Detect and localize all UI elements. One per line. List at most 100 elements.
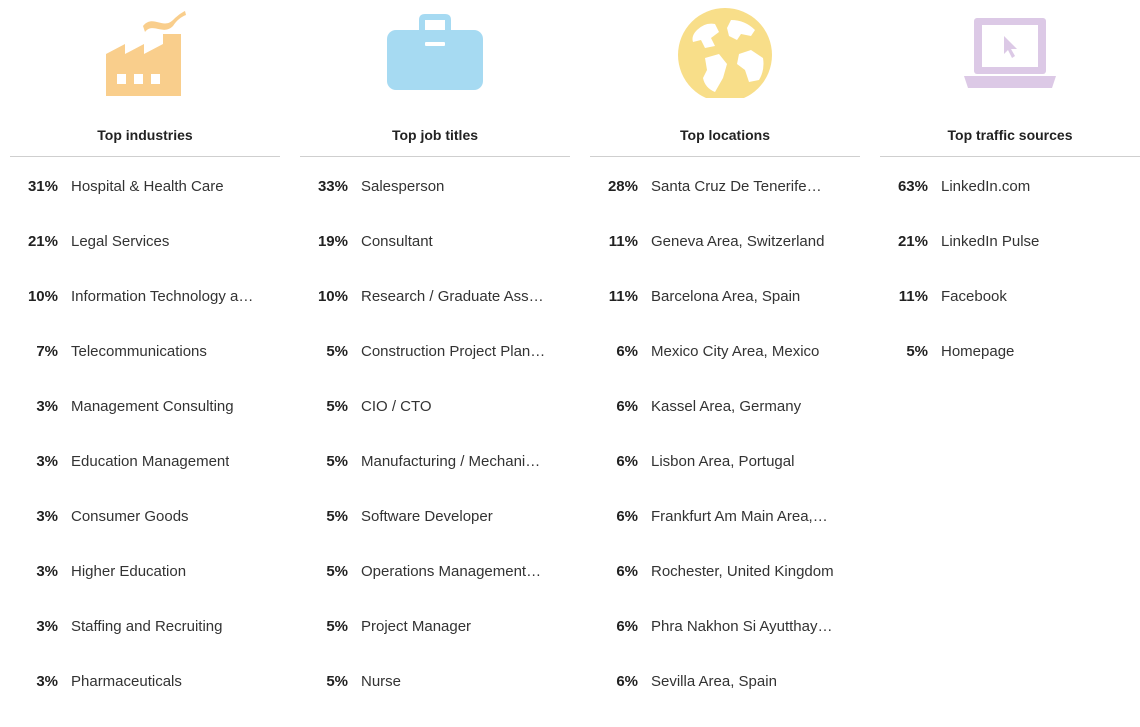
percentage: 3%	[36, 453, 58, 470]
item-label: Frankfurt Am Main Area,…	[651, 508, 828, 525]
list-item: 5% CIO / CTO	[300, 397, 570, 452]
percentage: 5%	[326, 508, 348, 525]
percentage: 31%	[27, 178, 58, 195]
item-label: CIO / CTO	[361, 398, 432, 415]
percentage: 3%	[36, 618, 58, 635]
laptop-cursor-icon	[880, 8, 1140, 104]
percentage: 7%	[36, 343, 58, 360]
divider	[590, 156, 860, 157]
list-item: 3% Staffing and Recruiting	[10, 617, 280, 672]
factory-icon	[10, 8, 280, 104]
list-item: 3% Higher Education	[10, 562, 280, 617]
percentage: 11%	[608, 233, 638, 250]
item-label: Homepage	[941, 343, 1015, 360]
list-item: 28% Santa Cruz De Tenerife…	[590, 177, 860, 232]
list-item: 3% Education Management	[10, 452, 280, 507]
percentage: 21%	[897, 233, 928, 250]
item-label: Management Consulting	[71, 398, 234, 415]
percentage: 3%	[36, 508, 58, 525]
list-item: 11% Facebook	[880, 287, 1140, 342]
percentage: 6%	[616, 343, 638, 360]
percentage: 5%	[326, 673, 348, 690]
list-item: 5% Homepage	[880, 342, 1140, 397]
briefcase-icon	[300, 8, 570, 104]
stat-list: 28% Santa Cruz De Tenerife… 11% Geneva Are…	[590, 177, 860, 727]
item-label: Research / Graduate Ass…	[361, 288, 544, 305]
item-label: Barcelona Area, Spain	[651, 288, 801, 305]
item-label: Kassel Area, Germany	[651, 398, 802, 415]
column-title: Top locations	[680, 127, 770, 143]
percentage: 11%	[608, 288, 638, 305]
item-label: Consumer Goods	[71, 508, 189, 525]
locations-column: Top locations 28% Santa Cruz De Tenerife……	[590, 0, 860, 692]
percentage: 6%	[616, 453, 638, 470]
item-label: Pharmaceuticals	[71, 673, 182, 690]
list-item: 3% Management Consulting	[10, 397, 280, 452]
list-item: 5% Project Manager	[300, 617, 570, 672]
item-label: LinkedIn.com	[941, 178, 1031, 195]
list-item: 63% LinkedIn.com	[880, 177, 1140, 232]
list-item: 5% Nurse	[300, 672, 570, 727]
column-title: Top industries	[97, 127, 193, 143]
list-item: 6% Rochester, United Kingdom	[590, 562, 860, 617]
list-item: 3% Pharmaceuticals	[10, 672, 280, 727]
percentage: 5%	[326, 453, 348, 470]
list-item: 33% Salesperson	[300, 177, 570, 232]
industries-column: Top industries 31% Hospital & Health Care…	[10, 0, 280, 692]
item-label: Education Management	[71, 453, 230, 470]
percentage: 63%	[897, 178, 928, 195]
item-label: Nurse	[361, 673, 402, 690]
divider	[300, 156, 570, 157]
item-label: Manufacturing / Mechani…	[361, 453, 541, 470]
column-title: Top traffic sources	[947, 127, 1073, 143]
item-label: Staffing and Recruiting	[71, 618, 223, 635]
item-label: Santa Cruz De Tenerife…	[651, 178, 822, 195]
item-label: Higher Education	[71, 563, 187, 580]
divider	[880, 156, 1140, 157]
item-label: Information Technology a…	[71, 288, 254, 305]
item-label: Operations Management…	[361, 563, 542, 580]
stat-list: 63% LinkedIn.com 21% LinkedIn Pulse 11% Fac…	[880, 177, 1140, 397]
percentage: 33%	[317, 178, 348, 195]
percentage: 6%	[616, 563, 638, 580]
percentage: 5%	[906, 343, 928, 360]
list-item: 5% Software Developer	[300, 507, 570, 562]
percentage: 21%	[27, 233, 58, 250]
column-title: Top job titles	[391, 127, 479, 143]
percentage: 5%	[326, 563, 348, 580]
stat-list: 31% Hospital & Health Care 21% Legal Servi…	[10, 177, 280, 727]
list-item: 19% Consultant	[300, 232, 570, 287]
item-label: Lisbon Area, Portugal	[651, 453, 795, 470]
list-item: 5% Operations Management…	[300, 562, 570, 617]
percentage: 5%	[326, 343, 348, 360]
item-label: Rochester, United Kingdom	[651, 563, 834, 580]
list-item: 6% Mexico City Area, Mexico	[590, 342, 860, 397]
list-item: 6% Lisbon Area, Portugal	[590, 452, 860, 507]
audience-stats: Top industries 31% Hospital & Health Care…	[0, 0, 1140, 692]
item-label: Phra Nakhon Si Ayutthay…	[651, 618, 833, 635]
list-item: 5% Manufacturing / Mechani…	[300, 452, 570, 507]
list-item: 31% Hospital & Health Care	[10, 177, 280, 232]
list-item: 21% Legal Services	[10, 232, 280, 287]
list-item: 5% Construction Project Plan…	[300, 342, 570, 397]
percentage: 10%	[27, 288, 58, 305]
item-label: Facebook	[941, 288, 1007, 305]
percentage: 19%	[317, 233, 348, 250]
item-label: Salesperson	[361, 178, 445, 195]
item-label: Telecommunications	[71, 343, 207, 360]
percentage: 3%	[36, 398, 58, 415]
item-label: Legal Services	[71, 233, 170, 250]
divider	[10, 156, 280, 157]
percentage: 6%	[616, 508, 638, 525]
item-label: Construction Project Plan…	[361, 343, 546, 360]
item-label: Hospital & Health Care	[71, 178, 224, 195]
stat-list: 33% Salesperson 19% Consultant 10% Research…	[300, 177, 570, 727]
list-item: 11% Geneva Area, Switzerland	[590, 232, 860, 287]
list-item: 10% Information Technology a…	[10, 287, 280, 342]
globe-icon	[590, 8, 860, 104]
list-item: 7% Telecommunications	[10, 342, 280, 397]
traffic-sources-column: Top traffic sources 63% LinkedIn.com 21% L…	[880, 0, 1140, 692]
percentage: 11%	[898, 288, 928, 305]
item-label: Mexico City Area, Mexico	[651, 343, 820, 360]
percentage: 6%	[616, 673, 638, 690]
